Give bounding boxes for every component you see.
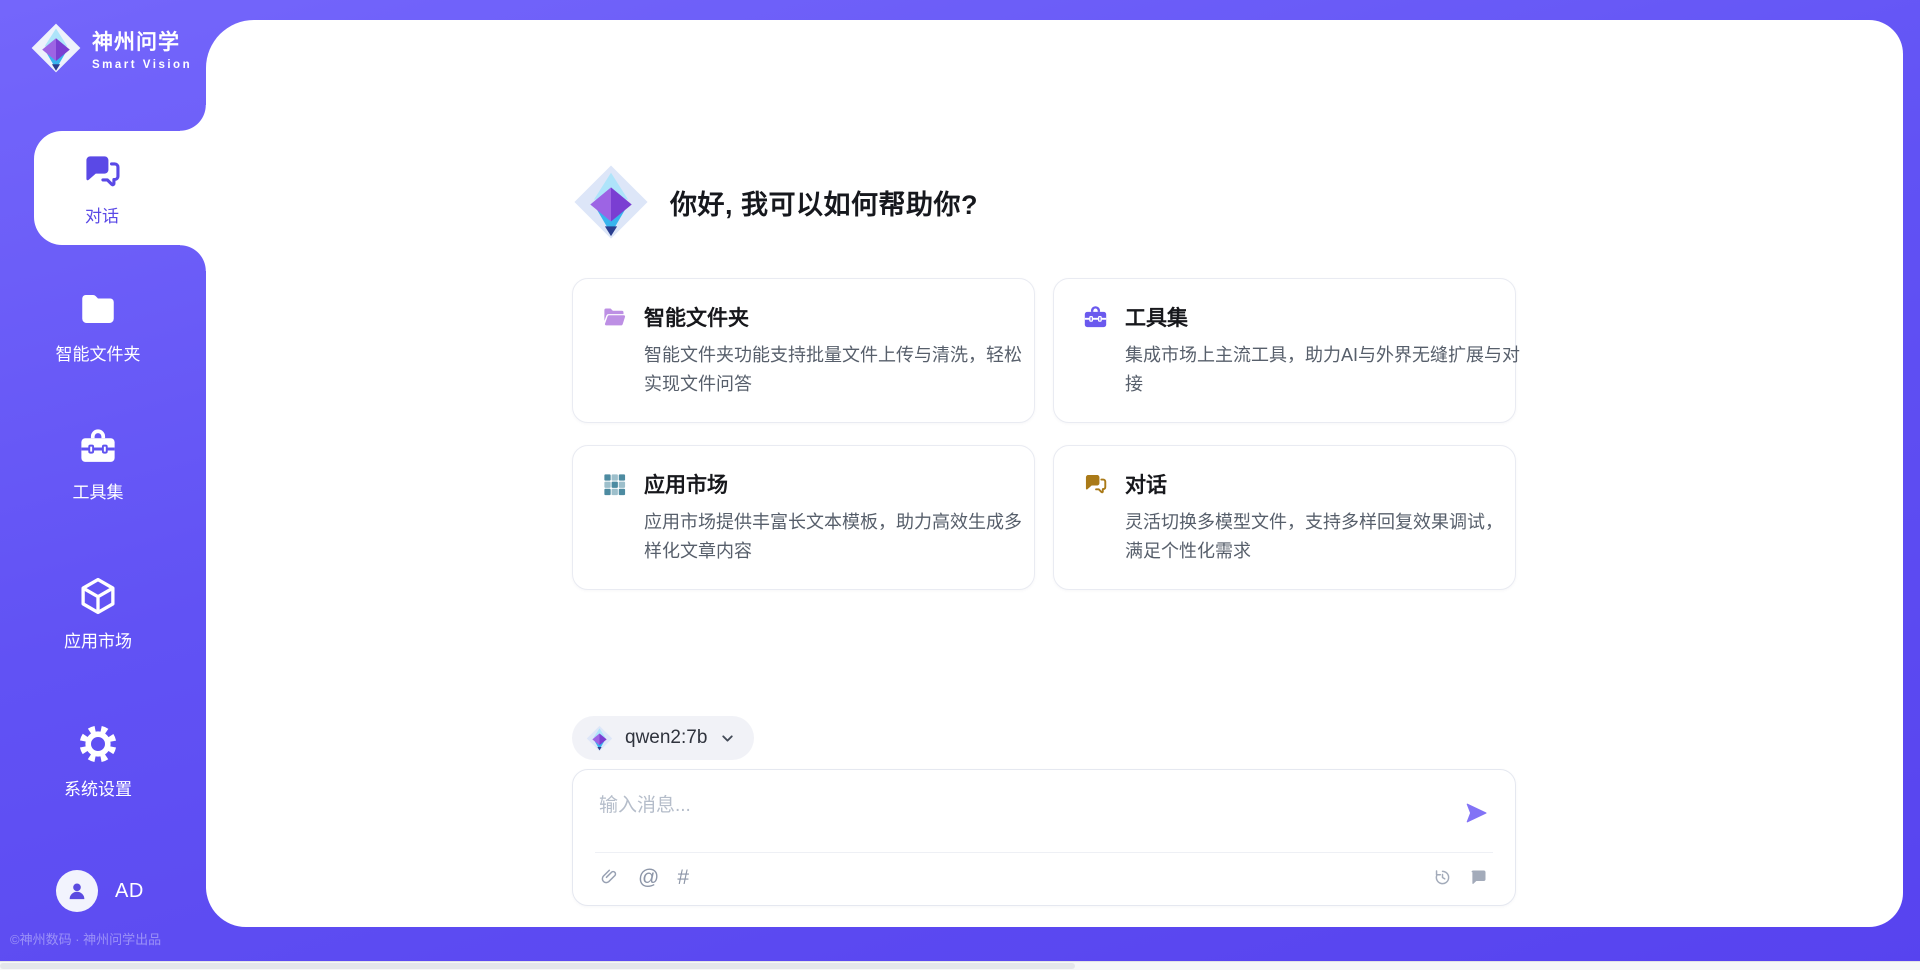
card-description: 集成市场上主流工具，助力AI与外界无缝扩展与对接 xyxy=(1125,341,1520,399)
greeting-logo-diamond-icon xyxy=(572,163,650,241)
card-title: 应用市场 xyxy=(644,469,728,499)
copyright-text: ©神州数码 · 神州问学出品 xyxy=(10,929,161,948)
content-column: 你好, 我可以如何帮助你? 智能文件夹 智能文件夹功能支持批量文件上传与清洗，轻… xyxy=(572,20,1518,927)
toolbox-icon xyxy=(77,426,119,468)
toolbox-icon xyxy=(1082,304,1109,331)
sidebar-item-smart-folders[interactable]: 智能文件夹 xyxy=(0,288,196,365)
message-input[interactable] xyxy=(599,790,1419,844)
message-icon[interactable] xyxy=(1468,867,1489,888)
greeting-title: 你好, 我可以如何帮助你? xyxy=(670,183,978,222)
gear-icon xyxy=(77,723,119,765)
horizontal-scrollbar[interactable] xyxy=(0,961,1920,970)
history-icon[interactable] xyxy=(1432,867,1453,888)
grid-icon xyxy=(601,471,628,498)
chat-bubbles-icon xyxy=(80,150,124,194)
card-title: 工具集 xyxy=(1125,302,1188,332)
person-icon xyxy=(64,878,90,904)
model-name: qwen2:7b xyxy=(625,727,707,749)
card-toolset[interactable]: 工具集 集成市场上主流工具，助力AI与外界无缝扩展与对接 xyxy=(1053,278,1516,423)
hash-icon[interactable]: # xyxy=(677,867,689,888)
send-button[interactable] xyxy=(1463,800,1491,828)
at-icon[interactable]: @ xyxy=(638,867,659,888)
folder-open-icon xyxy=(601,304,628,331)
brand-name: 神州问学 xyxy=(92,26,192,56)
sidebar-item-label: 应用市场 xyxy=(64,627,132,652)
card-description: 灵活切换多模型文件，支持多样回复效果调试，满足个性化需求 xyxy=(1125,508,1520,566)
composer-tools: @ # xyxy=(599,867,1489,888)
cube-icon xyxy=(77,575,119,617)
sidebar: 神州问学 Smart Vision 对话 智能文件夹 xyxy=(0,0,206,970)
sidebar-item-chat[interactable]: 对话 xyxy=(34,131,206,245)
chat-bubbles-icon xyxy=(1082,471,1109,498)
sidebar-item-toolset[interactable]: 工具集 xyxy=(0,426,196,503)
tab-curve-top xyxy=(180,105,206,131)
model-logo-diamond-icon xyxy=(586,725,613,752)
card-title: 智能文件夹 xyxy=(644,302,749,332)
tab-curve-bottom xyxy=(180,245,206,271)
composer-divider xyxy=(595,852,1493,853)
sidebar-item-label: 对话 xyxy=(85,202,119,227)
brand: 神州问学 Smart Vision xyxy=(30,22,192,74)
sidebar-item-label: 工具集 xyxy=(73,478,124,503)
user-profile[interactable]: AD xyxy=(56,870,144,912)
card-chat[interactable]: 对话 灵活切换多模型文件，支持多样回复效果调试，满足个性化需求 xyxy=(1053,445,1516,590)
sidebar-item-label: 智能文件夹 xyxy=(56,340,141,365)
card-app-market[interactable]: 应用市场 应用市场提供丰富长文本模板，助力高效生成多样化文章内容 xyxy=(572,445,1035,590)
brand-logo-diamond-icon xyxy=(30,22,82,74)
brand-subtitle: Smart Vision xyxy=(92,59,192,71)
main-panel: 你好, 我可以如何帮助你? 智能文件夹 智能文件夹功能支持批量文件上传与清洗，轻… xyxy=(206,20,1903,927)
card-title: 对话 xyxy=(1125,469,1167,499)
card-description: 智能文件夹功能支持批量文件上传与清洗，轻松实现文件问答 xyxy=(644,341,1039,399)
sidebar-item-app-market[interactable]: 应用市场 xyxy=(0,575,196,652)
sidebar-item-label: 系统设置 xyxy=(64,775,132,800)
card-smart-folders[interactable]: 智能文件夹 智能文件夹功能支持批量文件上传与清洗，轻松实现文件问答 xyxy=(572,278,1035,423)
message-composer: @ # xyxy=(572,769,1516,906)
send-icon xyxy=(1464,800,1490,826)
folder-icon xyxy=(77,288,119,330)
card-description: 应用市场提供丰富长文本模板，助力高效生成多样化文章内容 xyxy=(644,508,1039,566)
avatar xyxy=(56,870,98,912)
paperclip-icon[interactable] xyxy=(599,867,620,888)
model-selector[interactable]: qwen2:7b xyxy=(572,716,754,760)
user-initials: AD xyxy=(115,880,144,903)
greeting: 你好, 我可以如何帮助你? xyxy=(572,163,978,241)
scrollbar-thumb[interactable] xyxy=(0,963,1075,969)
sidebar-item-settings[interactable]: 系统设置 xyxy=(0,723,196,800)
chevron-down-icon xyxy=(719,730,736,747)
feature-cards: 智能文件夹 智能文件夹功能支持批量文件上传与清洗，轻松实现文件问答 工具集 集成… xyxy=(572,278,1516,590)
